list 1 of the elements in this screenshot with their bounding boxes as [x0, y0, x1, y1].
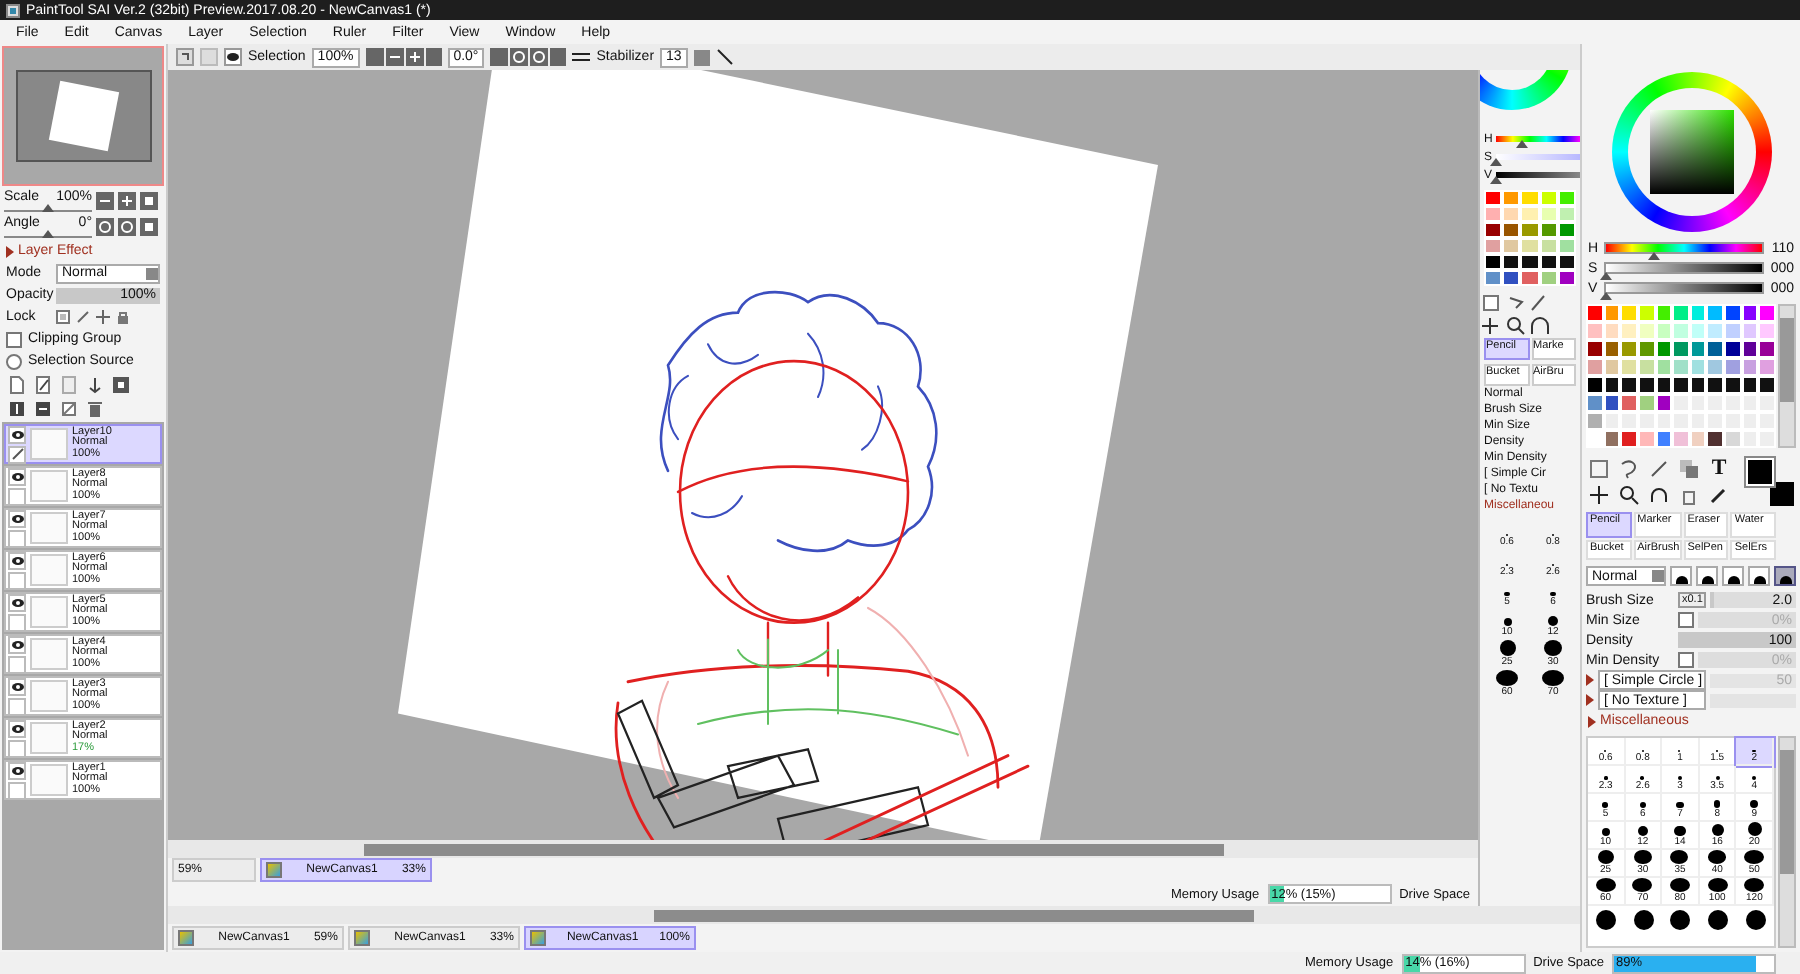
- text-tool-icon[interactable]: T: [1708, 458, 1730, 480]
